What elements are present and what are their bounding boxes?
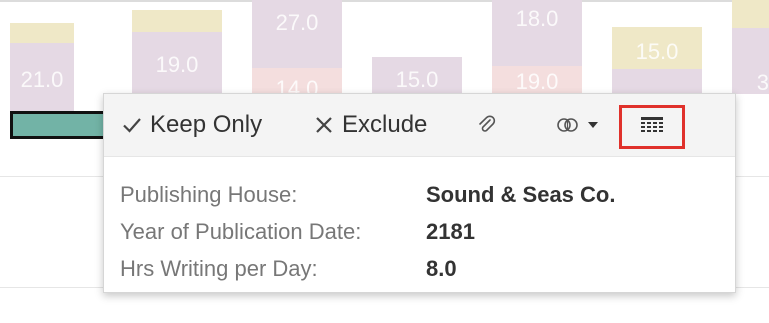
exclude-button[interactable]: Exclude xyxy=(314,106,427,144)
group-members-button[interactable] xyxy=(476,106,498,144)
keep-only-button[interactable]: Keep Only xyxy=(122,106,262,144)
check-icon xyxy=(122,115,142,135)
create-set-button[interactable] xyxy=(556,106,599,144)
keep-only-label: Keep Only xyxy=(150,111,263,138)
view-data-button[interactable] xyxy=(619,105,685,149)
bar-segment[interactable] xyxy=(132,10,222,32)
detail-value: Sound & Seas Co. xyxy=(426,182,616,207)
detail-key: Publishing House: xyxy=(120,182,298,207)
detail-key: Year of Publication Date: xyxy=(120,219,362,244)
sets-icon xyxy=(556,114,580,136)
bar-value-label: 18.0 xyxy=(515,6,559,31)
bar-value-label: 27.0 xyxy=(275,10,319,35)
view-data-grid-icon xyxy=(640,116,664,139)
caret-down-icon[interactable] xyxy=(587,120,599,130)
detail-value: 2181 xyxy=(426,219,475,244)
top-border xyxy=(0,0,769,2)
mark-tooltip: Keep Only Exclude Publishing House: Soun… xyxy=(103,93,736,293)
detail-key: Hrs Writing per Day: xyxy=(120,256,318,281)
bar-value-label: 3 xyxy=(756,70,769,95)
bar-segment[interactable] xyxy=(612,69,702,94)
detail-value: 8.0 xyxy=(426,256,457,281)
chart-canvas: 21.0 19.0 27.0 14.0 15.0 18.0 19.0 15.0 … xyxy=(0,0,769,323)
bar-value-label: 19.0 xyxy=(515,69,559,94)
bar-value-label: 19.0 xyxy=(155,52,199,77)
selected-bar-mark[interactable] xyxy=(10,111,106,139)
x-icon xyxy=(314,115,334,135)
bar-value-label: 15.0 xyxy=(635,39,679,64)
bar-value-label: 15.0 xyxy=(395,67,439,92)
exclude-label: Exclude xyxy=(342,111,428,138)
bar-value-label: 21.0 xyxy=(20,67,64,92)
bar-segment[interactable] xyxy=(732,0,769,28)
tooltip-toolbar: Keep Only Exclude xyxy=(104,94,735,157)
paperclip-icon xyxy=(476,114,498,136)
bar-segment[interactable] xyxy=(10,23,74,43)
